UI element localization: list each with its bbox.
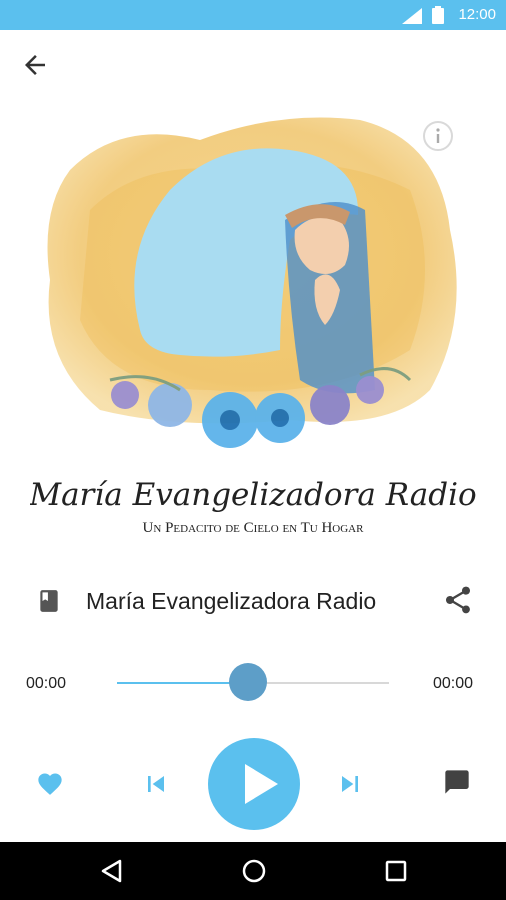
station-title: María Evangelizadora Radio [86,588,377,614]
heart-icon [38,773,62,795]
skip-previous-icon [148,776,164,792]
arrow-back-icon [25,55,45,75]
play-icon [245,764,278,804]
skip-next-icon [342,776,358,792]
nav-back-icon[interactable] [100,857,124,885]
logo-title: María Evangelizadora Radio [30,477,476,513]
system-nav-bar [0,842,506,900]
share-icon [446,586,470,614]
favorite-button[interactable] [36,770,64,803]
next-button[interactable] [334,768,366,805]
battery-icon [432,6,444,24]
signal-icon [402,8,422,24]
station-title-row: María Evangelizadora Radio [0,578,506,624]
book-icon [40,590,58,612]
seek-bar-progress [117,682,248,684]
previous-button[interactable] [140,768,172,805]
station-artwork: María Evangelizadora Radio Un Pedacito d… [28,100,477,550]
status-bar: 12:00 [0,0,506,30]
logo-subtitle: Un Pedacito de Cielo en Tu Hogar [143,520,365,536]
status-time: 12:00 [458,6,496,23]
back-button[interactable] [20,50,50,80]
info-button[interactable] [422,120,454,152]
play-button[interactable] [208,738,300,830]
seek-bar-thumb[interactable] [228,663,267,701]
seek-bar[interactable] [117,663,389,701]
chat-icon [445,770,469,794]
nav-recents-icon[interactable] [384,857,408,885]
chat-button[interactable] [443,768,471,801]
info-icon [423,121,453,151]
share-button[interactable] [442,584,474,621]
elapsed-time: 00:00 [26,675,67,692]
player-controls [0,738,506,830]
nav-home-icon[interactable] [241,857,267,885]
duration-time: 00:00 [433,675,474,692]
